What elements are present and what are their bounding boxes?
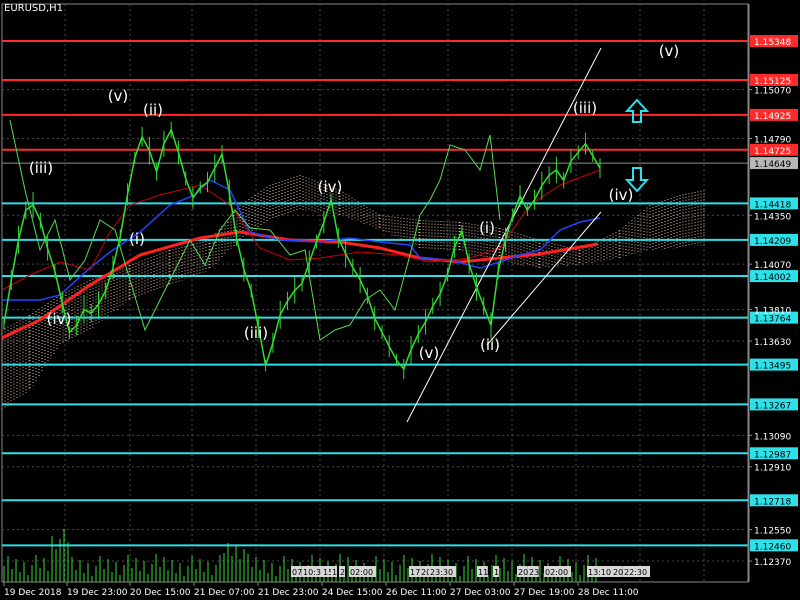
x-tick-label: 19 Dec 2018: [4, 588, 62, 598]
level-price-label: 1.14925: [754, 112, 791, 122]
time-marker-label: 20: [613, 568, 623, 577]
wave-label: (iv): [47, 310, 72, 328]
time-marker-label: 1: [494, 568, 499, 577]
y-tick-label: 1.13090: [754, 432, 791, 442]
time-marker-label: 02:00: [545, 568, 568, 577]
y-tick-label: 1.14070: [754, 261, 791, 271]
level-price-label: 1.12987: [754, 450, 791, 460]
time-marker-label: 11: [478, 568, 488, 577]
time-marker-label: 17: [410, 568, 420, 577]
y-tick-label: 1.12550: [754, 527, 791, 537]
x-tick-label: 21 Dec 07:00: [194, 588, 255, 598]
y-tick-label: 1.14350: [754, 212, 791, 222]
wave-label: (iii): [244, 324, 268, 342]
x-tick-label: 27 Dec 19:00: [514, 588, 575, 598]
level-price-label: 1.14209: [754, 237, 791, 247]
time-marker-label: 1: [332, 568, 337, 577]
time-marker-label: 20: [518, 568, 528, 577]
y-tick-label: 1.12910: [754, 464, 791, 474]
wave-label: (iii): [29, 159, 53, 177]
y-tick-label: 1.12370: [754, 558, 791, 568]
y-tick-label: 1.15070: [754, 87, 791, 97]
x-tick-label: 26 Dec 11:00: [386, 588, 447, 598]
time-marker-label: 2: [340, 568, 345, 577]
x-tick-label: 19 Dec 23:00: [67, 588, 128, 598]
wave-label: (iv): [318, 178, 343, 196]
wave-label: (ii): [143, 101, 163, 119]
time-marker-label: 13:10: [588, 568, 611, 577]
time-marker-label: 23: [529, 568, 539, 577]
level-price-label: 1.15125: [754, 77, 791, 87]
time-marker-label: 07: [292, 568, 302, 577]
level-price-label: 1.13267: [754, 401, 791, 411]
symbol-label: EURUSD,H1: [4, 3, 64, 14]
current-price-label: 1.14649: [754, 160, 791, 170]
wave-label: (iv): [609, 186, 634, 204]
level-price-label: 1.13495: [754, 362, 791, 372]
x-tick-label: 28 Dec 11:00: [578, 588, 639, 598]
level-price-label: 1.15348: [754, 38, 791, 48]
y-tick-label: 1.13630: [754, 338, 791, 348]
time-marker-label: 10:3: [303, 568, 321, 577]
wave-label: (iii): [573, 99, 597, 117]
level-price-label: 1.14002: [754, 273, 791, 283]
price-chart[interactable]: (iii) (iv) (v) (i) (ii) (iii) (iv) (v) (i) (ii) (i…: [0, 0, 800, 600]
level-price-label: 1.14725: [754, 147, 791, 157]
wave-label: (v): [419, 344, 440, 362]
wave-label: (v): [108, 87, 129, 105]
wave-label: (v): [659, 42, 680, 60]
x-tick-label: 20 Dec 15:00: [130, 588, 191, 598]
wave-label: (ii): [480, 336, 500, 354]
level-price-label: 1.14418: [754, 200, 791, 210]
wave-label: (i): [129, 230, 145, 248]
level-price-label: 1.12718: [754, 497, 791, 507]
time-marker-label: 23:30: [430, 568, 453, 577]
x-tick-label: 27 Dec 03:00: [450, 588, 511, 598]
x-tick-label: 21 Dec 23:00: [258, 588, 319, 598]
time-marker-label: 22:30: [624, 568, 647, 577]
y-tick-label: 1.14790: [754, 135, 791, 145]
wave-label: (i): [479, 219, 495, 237]
time-marker-label: 02:00: [350, 568, 373, 577]
level-price-label: 1.12460: [754, 542, 791, 552]
x-tick-label: 24 Dec 15:00: [322, 588, 383, 598]
y-tick-label: 1.13810: [754, 307, 791, 317]
